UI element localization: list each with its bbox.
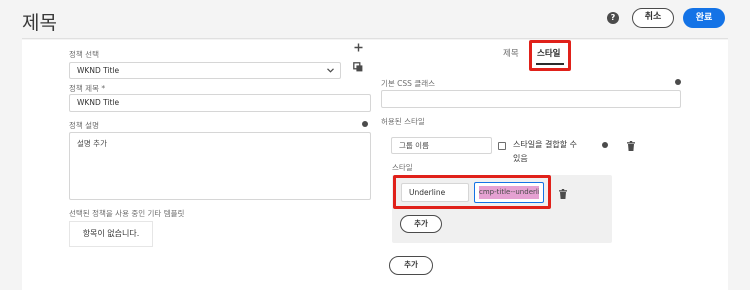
active-tab-indicator bbox=[536, 63, 564, 65]
policy-title-input[interactable]: WKND Title bbox=[69, 94, 371, 112]
done-button[interactable]: 완료 bbox=[683, 8, 725, 28]
group-name-placeholder: 그룹 이름 bbox=[399, 141, 429, 150]
policy-select-value: WKND Title bbox=[77, 66, 120, 75]
no-items-message: 항목이 없습니다. bbox=[69, 221, 153, 247]
style-class-value: cmp-title--underline bbox=[479, 186, 539, 199]
cancel-button[interactable]: 취소 bbox=[632, 8, 674, 28]
description-placeholder: 설명 추가 bbox=[77, 139, 107, 148]
css-class-label: 기본 CSS 클래스 bbox=[381, 79, 436, 88]
style-label: 스타일 bbox=[392, 163, 413, 172]
chevron-down-icon bbox=[327, 68, 334, 73]
policy-title-label: 정책 제목 * bbox=[69, 84, 106, 93]
add-style-button[interactable]: 추가 bbox=[400, 215, 442, 233]
info-icon bbox=[675, 79, 681, 85]
policy-description-textarea[interactable]: 설명 추가 bbox=[69, 132, 371, 200]
add-group-button[interactable]: 추가 bbox=[389, 256, 433, 275]
combine-styles-label-line1: 스타일을 결합할 수 bbox=[513, 140, 577, 149]
info-icon bbox=[362, 121, 368, 127]
css-class-input[interactable] bbox=[381, 90, 681, 108]
policy-description-label: 정책 설명 bbox=[69, 121, 99, 130]
header-divider bbox=[22, 38, 728, 39]
group-name-input[interactable]: 그룹 이름 bbox=[391, 137, 492, 154]
copy-icon[interactable] bbox=[353, 62, 363, 72]
tab-styles[interactable]: 스타일 bbox=[537, 47, 560, 59]
policy-select[interactable]: WKND Title bbox=[69, 62, 341, 79]
style-name-input[interactable]: Underline bbox=[401, 183, 469, 202]
combine-styles-checkbox[interactable] bbox=[498, 142, 506, 150]
add-icon[interactable] bbox=[354, 43, 363, 52]
tab-title[interactable]: 제목 bbox=[503, 47, 519, 59]
combine-styles-label-line2: 있음 bbox=[513, 154, 528, 163]
trash-icon[interactable] bbox=[627, 141, 635, 151]
trash-icon[interactable] bbox=[559, 189, 567, 199]
policy-select-label: 정책 선택 bbox=[69, 50, 99, 59]
info-icon bbox=[602, 142, 608, 148]
allowed-styles-label: 허용된 스타일 bbox=[381, 117, 425, 126]
other-templates-label: 선택된 정책을 사용 중인 기타 템플릿 bbox=[69, 209, 185, 218]
style-class-input[interactable]: cmp-title--underline bbox=[474, 182, 544, 203]
help-icon[interactable]: ? bbox=[607, 12, 619, 24]
page-title: 제목 bbox=[22, 12, 57, 34]
